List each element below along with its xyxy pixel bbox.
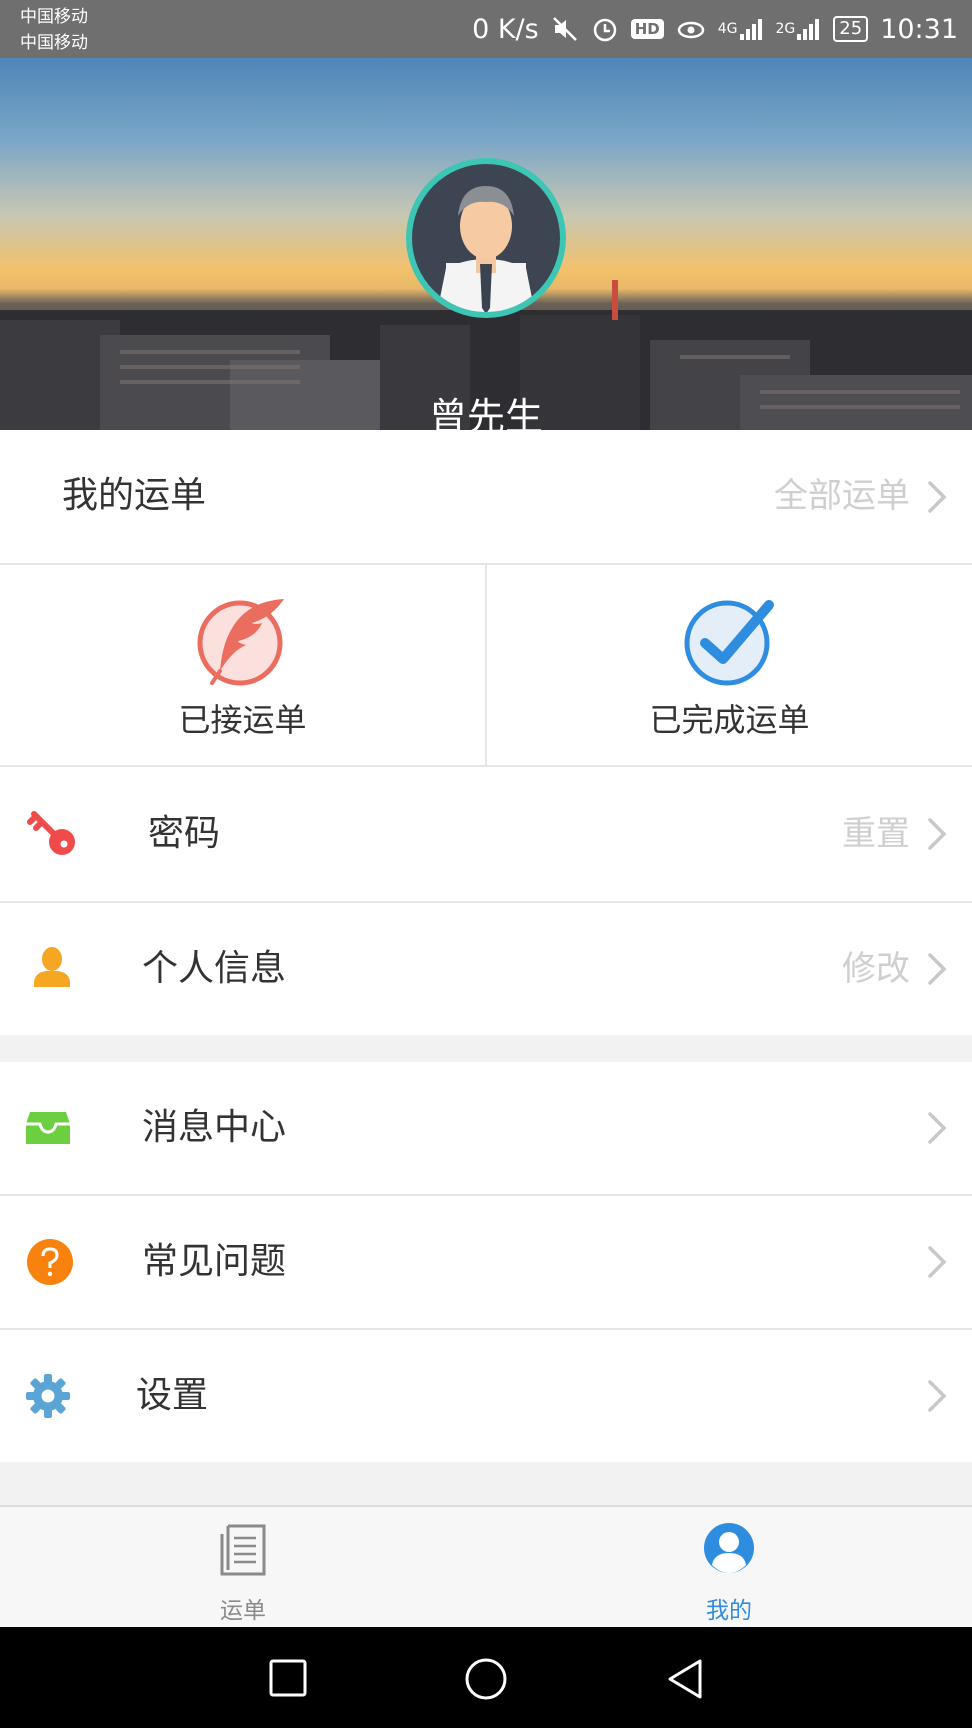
profile-banner: 曾先生 <box>0 58 972 430</box>
chevron-right-icon <box>926 903 948 1035</box>
network-speed: 0 K/s <box>472 13 539 45</box>
signal-2g-icon: 2G <box>776 16 822 42</box>
password-label: 密码 <box>148 813 221 854</box>
edit-info-link[interactable]: 修改 <box>842 903 910 1035</box>
chevron-right-icon <box>926 1330 948 1462</box>
checkmark-icon <box>684 600 774 686</box>
personal-info-label: 个人信息 <box>142 948 287 989</box>
settings-row[interactable]: 设置 <box>0 1330 972 1462</box>
alarm-icon <box>591 15 619 43</box>
home-icon[interactable] <box>464 1657 508 1701</box>
my-orders-row[interactable]: 我的运单 全部运单 <box>0 430 972 563</box>
status-right: 0 K/s HD 4G 2G 25 10:31 <box>472 10 958 48</box>
person-icon <box>26 903 78 1035</box>
settings-label: 设置 <box>136 1375 209 1416</box>
chevron-right-icon <box>926 767 948 901</box>
hd-icon: HD <box>630 19 664 39</box>
accepted-orders-label: 已接运单 <box>178 701 307 739</box>
completed-orders-button[interactable]: 已完成运单 <box>487 565 972 765</box>
inbox-icon <box>26 1062 70 1194</box>
password-row[interactable]: 密码 重置 <box>0 767 972 901</box>
avatar-image <box>412 164 560 312</box>
message-center-row[interactable]: 消息中心 <box>0 1062 972 1194</box>
clock: 10:31 <box>880 13 958 45</box>
chevron-right-icon <box>926 430 948 563</box>
feather-icon <box>197 599 284 686</box>
my-orders-title: 我的运单 <box>62 475 207 516</box>
chevron-right-icon <box>926 1196 948 1328</box>
completed-orders-label: 已完成运单 <box>649 701 810 739</box>
reset-password-link[interactable]: 重置 <box>842 767 910 901</box>
recent-apps-icon[interactable] <box>268 1658 308 1698</box>
signal-4g-icon: 4G <box>718 16 764 42</box>
gear-icon <box>26 1330 70 1462</box>
question-icon <box>26 1196 74 1328</box>
user-icon <box>704 1523 754 1573</box>
tab-mine-label: 我的 <box>706 1598 752 1624</box>
username: 曾先生 <box>428 395 543 430</box>
all-orders-link[interactable]: 全部运单 <box>774 430 910 563</box>
avatar[interactable] <box>406 158 566 318</box>
battery-icon: 25 <box>833 16 869 42</box>
tab-waybill[interactable]: 运单 <box>0 1507 486 1628</box>
status-bar: 中国移动 中国移动 0 K/s HD 4G 2G 25 10:31 <box>0 0 972 58</box>
document-icon <box>220 1524 266 1576</box>
bottom-tab-bar: 运单 我的 <box>0 1505 972 1628</box>
orders-grid: 已接运单 已完成运单 <box>0 565 972 765</box>
eye-icon <box>676 17 706 41</box>
signal-2g-label: 2G <box>775 21 796 37</box>
tab-mine[interactable]: 我的 <box>486 1507 972 1628</box>
accepted-orders-button[interactable]: 已接运单 <box>0 565 485 765</box>
carrier-1: 中国移动 <box>20 7 88 27</box>
system-nav-bar <box>0 1627 972 1728</box>
key-icon <box>26 767 78 901</box>
mute-icon <box>551 15 579 43</box>
faq-row[interactable]: 常见问题 <box>0 1196 972 1328</box>
faq-label: 常见问题 <box>142 1241 287 1282</box>
chevron-right-icon <box>926 1062 948 1194</box>
personal-info-row[interactable]: 个人信息 修改 <box>0 903 972 1035</box>
back-icon[interactable] <box>664 1657 706 1701</box>
carrier-2: 中国移动 <box>20 33 88 53</box>
tab-waybill-label: 运单 <box>220 1598 266 1624</box>
signal-4g-label: 4G <box>717 21 738 37</box>
message-center-label: 消息中心 <box>142 1107 287 1148</box>
